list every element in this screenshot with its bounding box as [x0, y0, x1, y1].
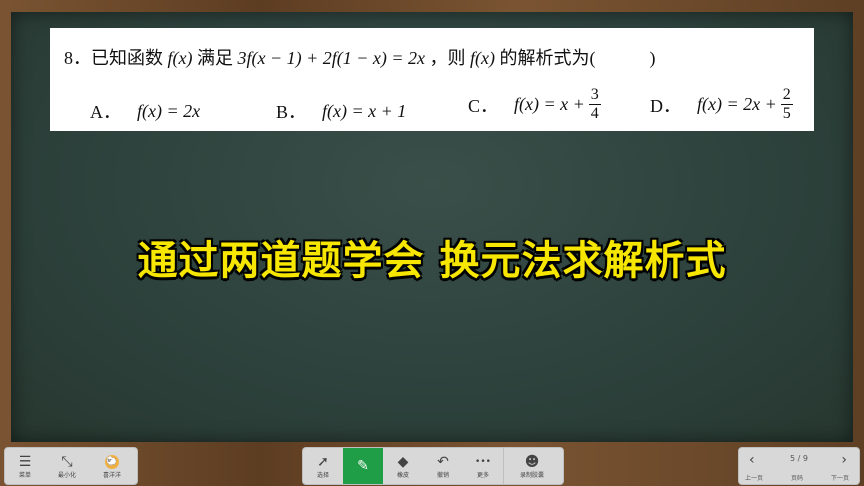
record-label: 录制胶囊: [519, 471, 544, 479]
xiyangyang-label: 喜洋洋: [102, 471, 121, 479]
next-page-label[interactable]: 下一页: [831, 473, 849, 482]
option-expression: f(x) = 2x: [137, 100, 201, 121]
fraction: 2 5: [780, 86, 793, 123]
option-a[interactable]: A． f(x) = 2x: [90, 98, 200, 124]
question-prefix: 8．已知函数: [64, 48, 163, 68]
menu-icon: ☰: [18, 453, 32, 470]
minimize-icon: ⤡: [61, 453, 73, 470]
menu-label: 菜单: [18, 471, 31, 479]
record-capsule-button[interactable]: ☻ 录制胶囊: [503, 448, 560, 484]
avatar-icon: 🐑: [105, 454, 119, 469]
eraser-icon: ◆: [397, 453, 409, 470]
page-number-label[interactable]: 页码: [791, 473, 803, 482]
fraction-denominator: 4: [590, 105, 599, 122]
pen-tool-button[interactable]: ✎: [343, 448, 383, 484]
condition-word: 满足: [196, 48, 233, 68]
function-fx: f(x): [167, 48, 193, 68]
headline-caption: 通过两道题学会 换元法求解析式: [137, 238, 727, 284]
question-card: 8．已知函数 f(x) 满足 3f(x − 1) + 2f(1 − x) = 2…: [50, 28, 814, 131]
fraction-numerator: 2: [780, 86, 793, 105]
option-c[interactable]: C． f(x) = x + 3 4: [468, 86, 601, 123]
more-button[interactable]: ••• 更多: [463, 448, 503, 484]
more-icon: •••: [475, 456, 491, 467]
option-label: C．: [468, 95, 499, 116]
cursor-icon: ➚: [317, 453, 329, 470]
option-d[interactable]: D． f(x) = 2x + 2 5: [650, 86, 793, 123]
pen-icon: ✎: [357, 458, 369, 474]
undo-icon: ↶: [437, 453, 449, 470]
then-word: ，则: [429, 48, 466, 68]
chevron-right-icon[interactable]: ›: [841, 452, 847, 468]
xiyangyang-button[interactable]: 🐑 喜洋洋: [89, 448, 135, 484]
option-expression: f(x) = 2x +: [697, 94, 777, 114]
record-icon: ☻: [524, 453, 540, 470]
option-expression: f(x) = x +: [514, 94, 585, 114]
eraser-label: 橡皮: [396, 471, 409, 479]
functional-equation: 3f(x − 1) + 2f(1 − x) = 2x: [237, 48, 426, 68]
minimize-label: 最小化: [57, 471, 76, 479]
option-label: B．: [276, 102, 307, 122]
eraser-tool-button[interactable]: ◆ 橡皮: [383, 448, 423, 484]
question-suffix: 的解析式为( ): [499, 48, 656, 68]
minimize-button[interactable]: ⤡ 最小化: [45, 448, 89, 484]
question-text: 8．已知函数 f(x) 满足 3f(x − 1) + 2f(1 − x) = 2…: [64, 44, 656, 70]
option-expression: f(x) = x + 1: [322, 100, 407, 121]
undo-button[interactable]: ↶ 撤销: [423, 448, 463, 484]
left-toolbar: ☰ 菜单 ⤡ 最小化 🐑 喜洋洋: [4, 447, 138, 485]
fraction-numerator: 3: [588, 86, 601, 105]
fraction-denominator: 5: [782, 105, 791, 122]
more-label: 更多: [476, 471, 489, 479]
undo-label: 撤销: [436, 471, 449, 479]
center-toolbar: ➚ 选择 ✎ ◆ 橡皮 ↶ 撤销 ••• 更多 ☻ 录制胶囊: [302, 447, 564, 485]
page-navigation: ‹ 5 / 9 › 上一页 页码 下一页: [738, 447, 860, 485]
prev-page-label[interactable]: 上一页: [745, 473, 763, 482]
select-tool-button[interactable]: ➚ 选择: [303, 448, 343, 484]
option-b[interactable]: B． f(x) = x + 1: [276, 98, 406, 124]
select-label: 选择: [316, 471, 329, 479]
fraction: 3 4: [588, 86, 601, 123]
function-fx-2: f(x): [470, 48, 496, 68]
menu-button[interactable]: ☰ 菜单: [5, 448, 45, 484]
answer-options: A． f(x) = 2x B． f(x) = x + 1 C． f(x) = x…: [50, 86, 814, 130]
option-label: D．: [650, 95, 681, 116]
option-label: A．: [90, 102, 121, 122]
